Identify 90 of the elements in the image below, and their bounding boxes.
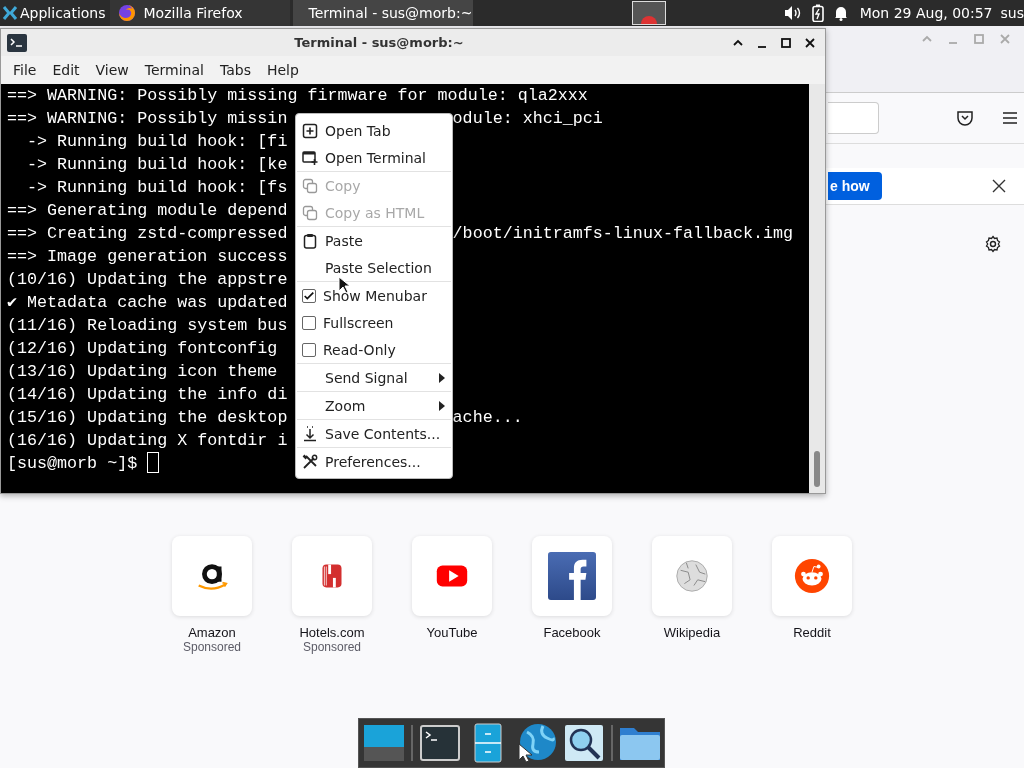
menu-item[interactable]: Save Contents... <box>296 420 452 447</box>
terminal-line: (15/16) Updating the desktop <box>7 407 288 429</box>
menu-item[interactable]: Paste Selection <box>296 254 452 281</box>
menu-item[interactable]: Tabs <box>211 58 259 82</box>
settings-icon[interactable] <box>984 235 1002 253</box>
terminal-line: (13/16) Updating icon theme <box>7 361 278 383</box>
sponsored-label: Sponsored <box>182 640 241 654</box>
shortcut-name: Reddit <box>793 625 831 640</box>
shortcut-tile[interactable] <box>172 536 252 616</box>
menu-item[interactable]: Open Terminal <box>296 144 452 171</box>
shortcut-tile[interactable] <box>292 536 372 616</box>
terminal-line: ==> Generating module depend <box>7 200 288 222</box>
terminal-line: -> Running build hook: [fi <box>26 131 288 153</box>
new-window-icon <box>302 149 318 166</box>
terminal-line: /boot/initramfs-linux-fallback.img <box>452 223 794 245</box>
scrollbar[interactable] <box>809 84 825 493</box>
menu-item[interactable]: Edit <box>44 58 88 82</box>
submenu-arrow-icon <box>438 400 446 411</box>
terminal-line: (11/16) Reloading system bus <box>7 315 288 337</box>
terminal-line: ==> WARNING: Possibly missin <box>7 108 288 130</box>
tools-icon <box>302 453 318 470</box>
menu-item[interactable]: Fullscreen <box>296 309 452 336</box>
workspace-switcher[interactable] <box>631 1 666 25</box>
shortcut-tile[interactable] <box>652 536 732 616</box>
shortcut-name: Wikipedia <box>663 625 721 640</box>
taskbar-button[interactable]: Terminal - sus@morb:~ <box>292 0 473 26</box>
maximize-icon[interactable] <box>779 35 793 50</box>
alien-logo-icon <box>793 557 831 595</box>
menu-item[interactable]: Help <box>258 58 307 82</box>
terminal-line: (16/16) Updating X fontdir i <box>7 430 288 452</box>
menu-item[interactable]: Open Tab <box>296 117 452 144</box>
pocket-icon[interactable] <box>955 108 975 128</box>
address-field[interactable] <box>828 102 879 134</box>
terminal-line: (12/16) Updating fontconfig <box>7 338 278 360</box>
user-name[interactable]: sus <box>1000 5 1024 21</box>
menu-item[interactable]: Preferences... <box>296 448 452 475</box>
terminal-line: (14/16) Updating the info di <box>7 384 288 406</box>
terminal-line: -> Running build hook: [fs <box>26 177 288 199</box>
shortcut-name: Facebook <box>543 625 601 640</box>
clock[interactable]: Mon 29 Aug, 00:57 <box>859 5 993 21</box>
copy-icon <box>302 177 318 194</box>
close-icon[interactable] <box>803 35 817 50</box>
menu-item[interactable]: Paste <box>296 227 452 254</box>
menu-item[interactable]: Send Signal <box>296 364 452 391</box>
shortcut-name: YouTube <box>426 625 478 640</box>
copy-icon <box>302 204 318 221</box>
terminal-icon[interactable] <box>418 722 461 764</box>
shortcut-tile[interactable] <box>532 536 612 616</box>
terminal-prompt: [sus@morb ~]$ <box>7 453 138 475</box>
checkbox[interactable] <box>302 342 316 357</box>
globe-logo-icon <box>673 557 711 595</box>
menu-item[interactable]: View <box>87 58 137 82</box>
shortcut-tile[interactable] <box>412 536 492 616</box>
terminal-line: (10/16) Updating the appstre <box>7 269 288 291</box>
shortcut-name: Hotels.com <box>299 625 365 640</box>
text-cursor <box>147 452 160 473</box>
submenu-arrow-icon <box>438 372 446 383</box>
checkbox[interactable] <box>302 315 316 330</box>
terminal-line: ache... <box>452 407 523 429</box>
terminal-icon <box>7 33 27 52</box>
download-icon <box>302 425 318 442</box>
close-icon[interactable] <box>992 179 1006 193</box>
checkbox[interactable] <box>302 288 316 303</box>
window-title: Terminal - sus@morb:~ <box>293 35 465 50</box>
desktop-icon[interactable] <box>362 722 405 764</box>
terminal-line: ✔ Metadata cache was updated <box>7 292 288 314</box>
fox-globe-icon <box>117 4 136 22</box>
volume-icon[interactable] <box>783 5 802 21</box>
menu-item[interactable]: Zoom <box>296 392 452 419</box>
sponsored-label: Sponsored <box>302 640 361 654</box>
magnifier-icon[interactable] <box>562 722 605 764</box>
plus-square-icon <box>302 122 318 139</box>
letter-f-logo-icon <box>548 552 596 600</box>
shortcut-name: Amazon <box>188 625 236 640</box>
terminal-line: ==> Image generation success <box>7 246 288 268</box>
menu-item[interactable]: Read-Only <box>296 336 452 363</box>
bell-icon[interactable] <box>833 5 848 21</box>
menu-item[interactable]: Terminal <box>136 58 212 82</box>
applications-menu[interactable]: Applications <box>0 0 110 26</box>
menu-item[interactable]: File <box>5 58 45 82</box>
shortcut-tile[interactable] <box>772 536 852 616</box>
taskbar-button[interactable]: Mozilla Firefox <box>109 0 290 26</box>
terminal-line: -> Running build hook: [ke <box>26 154 288 176</box>
terminal-line: ==> Creating zstd-compressed <box>7 223 288 245</box>
menu-icon[interactable] <box>1001 109 1019 127</box>
notification-button[interactable]: e how <box>828 172 882 200</box>
battery-icon[interactable] <box>811 4 824 22</box>
clipboard-icon <box>302 232 318 249</box>
terminal-line: odule: xhci_pci <box>452 108 603 130</box>
terminal-line: ==> WARNING: Possibly missing firmware for module: qla2xxx <box>7 85 588 107</box>
